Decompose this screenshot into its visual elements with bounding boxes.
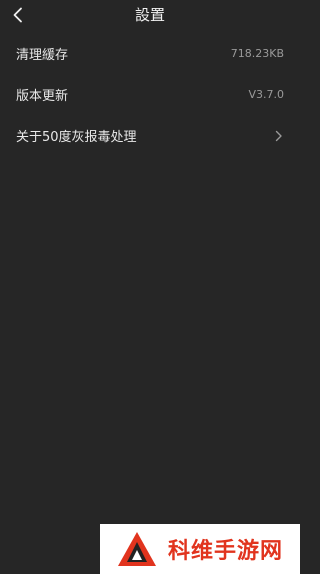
settings-item-clear-cache[interactable]: 清理緩存 718.23KB	[0, 33, 300, 74]
chevron-right-icon	[274, 130, 284, 142]
triangle-logo-icon	[118, 532, 156, 566]
settings-item-version-update[interactable]: 版本更新 V3.7.0	[0, 74, 300, 115]
settings-item-label: 关于50度灰报毒处理	[16, 130, 137, 145]
settings-item-label: 清理緩存	[16, 48, 69, 63]
page-title: 設置	[134, 6, 165, 24]
nav-bar: 設置	[0, 0, 300, 30]
settings-list: 清理緩存 718.23KB 版本更新 V3.7.0 关于50度灰报毒处理	[0, 33, 300, 156]
watermark: 科维手游网	[100, 524, 300, 574]
settings-item-about-virus-report[interactable]: 关于50度灰报毒处理	[0, 115, 300, 156]
settings-item-label: 版本更新	[16, 89, 69, 104]
version-value: V3.7.0	[248, 88, 284, 101]
watermark-text: 科维手游网	[168, 539, 284, 564]
cache-size-value: 718.23KB	[230, 47, 284, 60]
